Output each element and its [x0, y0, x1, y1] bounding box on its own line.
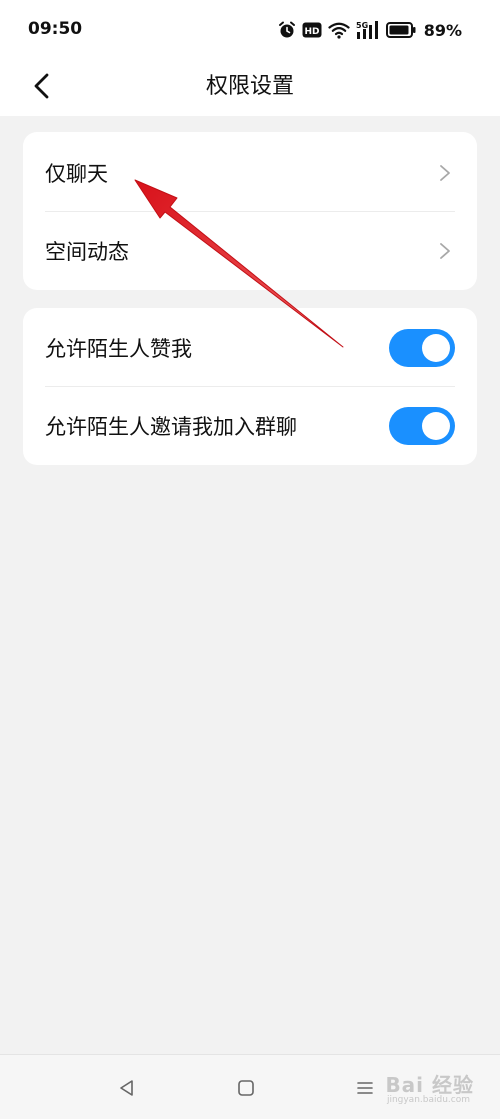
system-nav-bar: Bai 经验 jingyan.baidu.com — [0, 1054, 500, 1119]
row-allow-stranger-like: 允许陌生人赞我 — [23, 309, 477, 387]
hd-icon: HD — [302, 22, 322, 38]
svg-text:5G: 5G — [356, 21, 368, 30]
row-allow-stranger-invite: 允许陌生人邀请我加入群聊 — [23, 387, 477, 465]
watermark-url: jingyan.baidu.com — [386, 1095, 470, 1105]
chevron-right-icon — [440, 243, 450, 259]
toggle-knob — [422, 334, 450, 362]
permission-toggle-card: 允许陌生人赞我 允许陌生人邀请我加入群聊 — [23, 308, 477, 465]
battery-percentage: 89% — [423, 20, 462, 40]
row-space-updates[interactable]: 空间动态 — [23, 212, 477, 290]
watermark: Bai 经验 — [385, 1073, 474, 1097]
status-bar: 09:50 HD 5G 89% — [0, 0, 500, 60]
nav-back-button[interactable] — [112, 1073, 142, 1103]
home-square-icon — [238, 1080, 254, 1096]
row-chat-only[interactable]: 仅聊天 — [23, 134, 477, 212]
battery-icon — [385, 22, 416, 38]
chevron-right-icon — [440, 165, 450, 181]
wifi-icon — [328, 21, 350, 39]
row-label-chat-only: 仅聊天 — [45, 162, 108, 186]
status-icons: HD 5G 89% — [278, 18, 462, 42]
signal-5g-icon: 5G — [356, 20, 380, 40]
toggle-allow-stranger-invite[interactable] — [389, 407, 455, 445]
page-title: 权限设置 — [205, 74, 294, 99]
row-label-space-updates: 空间动态 — [45, 240, 129, 264]
toggle-allow-stranger-like[interactable] — [389, 329, 455, 367]
back-triangle-icon — [120, 1080, 133, 1096]
row-label-allow-stranger-like: 允许陌生人赞我 — [45, 337, 192, 361]
svg-text:HD: HD — [304, 27, 319, 37]
permission-nav-card: 仅聊天 空间动态 — [23, 132, 477, 290]
header: 权限设置 — [0, 60, 500, 116]
row-label-allow-stranger-invite: 允许陌生人邀请我加入群聊 — [45, 415, 297, 439]
alarm-icon — [278, 21, 296, 39]
toggle-knob — [422, 412, 450, 440]
status-time: 09:50 — [28, 19, 83, 39]
menu-icon — [357, 1082, 373, 1094]
nav-home-button[interactable] — [231, 1073, 261, 1103]
nav-menu-button[interactable] — [350, 1073, 380, 1103]
